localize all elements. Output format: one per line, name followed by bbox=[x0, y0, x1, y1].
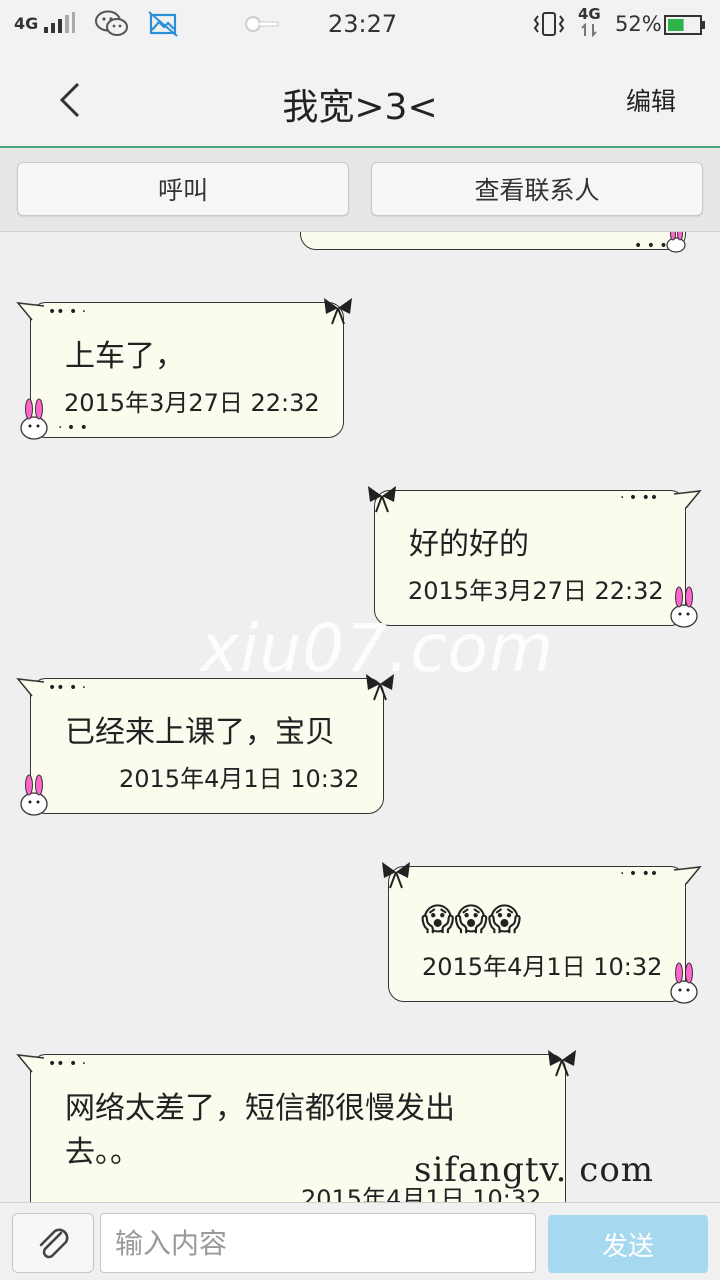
signal-indicator: 4G bbox=[14, 12, 76, 34]
data-indicator: 4G bbox=[578, 6, 601, 38]
data-arrows-icon bbox=[581, 22, 598, 38]
clock: 23:27 bbox=[328, 10, 398, 38]
message-input[interactable] bbox=[100, 1213, 536, 1273]
back-button[interactable] bbox=[50, 78, 90, 122]
bow-icon bbox=[548, 1050, 576, 1077]
bubble-tail bbox=[673, 490, 702, 509]
message-bubble-partial[interactable] bbox=[300, 232, 686, 250]
message-timestamp: 2015年3月27日 22:32 bbox=[64, 389, 320, 417]
chevron-left-icon bbox=[59, 82, 80, 118]
rabbit-icon bbox=[20, 774, 48, 816]
call-button[interactable]: 呼叫 bbox=[17, 162, 349, 216]
compose-bar: 发送 bbox=[0, 1202, 720, 1280]
rabbit-icon bbox=[670, 962, 698, 1004]
message-text-line1: 网络太差了，短信都很慢发出 bbox=[65, 1091, 455, 1126]
status-bar: 4G 23:27 4G 52% bbox=[0, 0, 720, 50]
contact-title: 我宽>3< bbox=[282, 87, 438, 128]
edit-button[interactable]: 编辑 bbox=[626, 82, 676, 118]
bow-icon bbox=[382, 862, 410, 889]
dots-decoration: • • • bbox=[634, 238, 668, 254]
action-bar: 呼叫 查看联系人 bbox=[0, 148, 720, 232]
message-list[interactable]: • • • 上车了， 2015年3月27日 22:32 •• • · · • •… bbox=[0, 232, 720, 1202]
watermark-text: sifangtv. com bbox=[414, 1150, 655, 1190]
message-text: 已经来上课了，宝贝 bbox=[65, 715, 335, 750]
network-type-2: 4G bbox=[578, 5, 601, 23]
dots-decoration: · • •• bbox=[620, 866, 659, 882]
wechat-icon bbox=[95, 10, 129, 38]
bubble-tail bbox=[673, 866, 702, 885]
bubble-tail bbox=[16, 678, 45, 697]
network-type: 4G bbox=[14, 13, 39, 33]
send-button[interactable]: 发送 bbox=[548, 1215, 708, 1273]
conversation-header: 我宽>3< 编辑 bbox=[0, 50, 720, 148]
message-bubble-outgoing[interactable]: 😱😱😱 2015年4月1日 10:32 bbox=[388, 866, 686, 1002]
dots-decoration: •• • · bbox=[48, 1056, 87, 1072]
bow-icon bbox=[324, 298, 352, 325]
paperclip-icon bbox=[39, 1228, 69, 1259]
message-bubble-incoming[interactable]: 上车了， 2015年3月27日 22:32 bbox=[30, 302, 344, 438]
message-text: 😱😱😱 bbox=[421, 900, 522, 938]
bubble-tail bbox=[16, 1054, 45, 1073]
vibrate-icon bbox=[532, 10, 566, 38]
message-bubble-incoming[interactable]: 已经来上课了，宝贝 2015年4月1日 10:32 bbox=[30, 678, 384, 814]
bow-icon bbox=[368, 486, 396, 513]
gallery-icon bbox=[148, 10, 178, 38]
dots-decoration: •• • · bbox=[48, 304, 87, 320]
message-text: 上车了， bbox=[65, 339, 185, 374]
dots-decoration: •• • · bbox=[48, 680, 87, 696]
dots-decoration: · • • bbox=[58, 420, 88, 436]
rabbit-icon bbox=[670, 586, 698, 628]
message-text-line2: 去。。 bbox=[65, 1135, 140, 1170]
message-timestamp: 2015年3月27日 22:32 bbox=[408, 577, 664, 605]
view-contact-button[interactable]: 查看联系人 bbox=[371, 162, 703, 216]
bubble-tail bbox=[16, 302, 45, 321]
battery-percent: 52% bbox=[615, 12, 662, 36]
battery-icon bbox=[664, 14, 706, 36]
message-text: 好的好的 bbox=[409, 527, 529, 562]
bow-icon bbox=[366, 674, 394, 701]
rabbit-icon bbox=[20, 398, 48, 440]
signal-icon bbox=[44, 12, 76, 33]
message-timestamp: 2015年4月1日 10:32 bbox=[422, 953, 663, 981]
message-timestamp: 2015年4月1日 10:32 bbox=[119, 765, 360, 793]
message-bubble-outgoing[interactable]: 好的好的 2015年3月27日 22:32 bbox=[374, 490, 686, 626]
dots-decoration: · • •• bbox=[620, 490, 659, 506]
attach-button[interactable] bbox=[12, 1213, 94, 1273]
key-icon bbox=[244, 14, 280, 34]
